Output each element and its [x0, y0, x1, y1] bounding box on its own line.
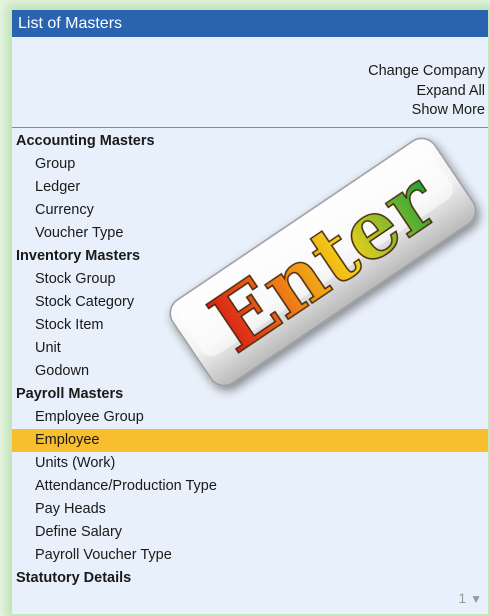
- list-item-group[interactable]: Group: [12, 153, 488, 176]
- section-heading-inventory-masters: Inventory Masters: [16, 248, 141, 264]
- section-heading-statutory-details: Statutory Details: [16, 570, 132, 586]
- list-item-stock-item[interactable]: Stock Item: [12, 314, 488, 337]
- list-item-employee-selected[interactable]: Employee: [12, 429, 488, 452]
- change-company-link[interactable]: Change Company: [368, 62, 485, 82]
- section-heading-accounting-masters: Accounting Masters: [16, 133, 155, 149]
- list-item-stock-category[interactable]: Stock Category: [12, 291, 488, 314]
- list-item-unit[interactable]: Unit: [12, 337, 488, 360]
- list-of-masters-panel: List of Masters Change Company Expand Al…: [12, 10, 488, 614]
- list-item-employee-group[interactable]: Employee Group: [12, 406, 488, 429]
- list-item-ledger[interactable]: Ledger: [12, 176, 488, 199]
- list-item-define-salary[interactable]: Define Salary: [12, 521, 488, 544]
- list-item-godown[interactable]: Godown: [12, 360, 488, 383]
- top-links: Change Company Expand All Show More: [368, 62, 485, 121]
- panel-title: List of Masters: [12, 10, 488, 37]
- page-indicator[interactable]: 1 ▼: [458, 590, 482, 606]
- list-item-voucher-type[interactable]: Voucher Type: [12, 222, 488, 245]
- section-heading-payroll-masters: Payroll Masters: [16, 386, 124, 402]
- divider: [12, 127, 488, 128]
- list-item-payroll-voucher-type[interactable]: Payroll Voucher Type: [12, 544, 488, 567]
- masters-list: Accounting Masters Group Ledger Currency…: [12, 130, 488, 590]
- page-number: 1: [458, 590, 467, 606]
- expand-all-link[interactable]: Expand All: [368, 82, 485, 102]
- list-item-attendance-production-type[interactable]: Attendance/Production Type: [12, 475, 488, 498]
- list-item-units-work[interactable]: Units (Work): [12, 452, 488, 475]
- list-item-pay-heads[interactable]: Pay Heads: [12, 498, 488, 521]
- down-triangle-icon: ▼: [470, 592, 482, 606]
- list-item-currency[interactable]: Currency: [12, 199, 488, 222]
- list-item-stock-group[interactable]: Stock Group: [12, 268, 488, 291]
- show-more-link[interactable]: Show More: [368, 101, 485, 121]
